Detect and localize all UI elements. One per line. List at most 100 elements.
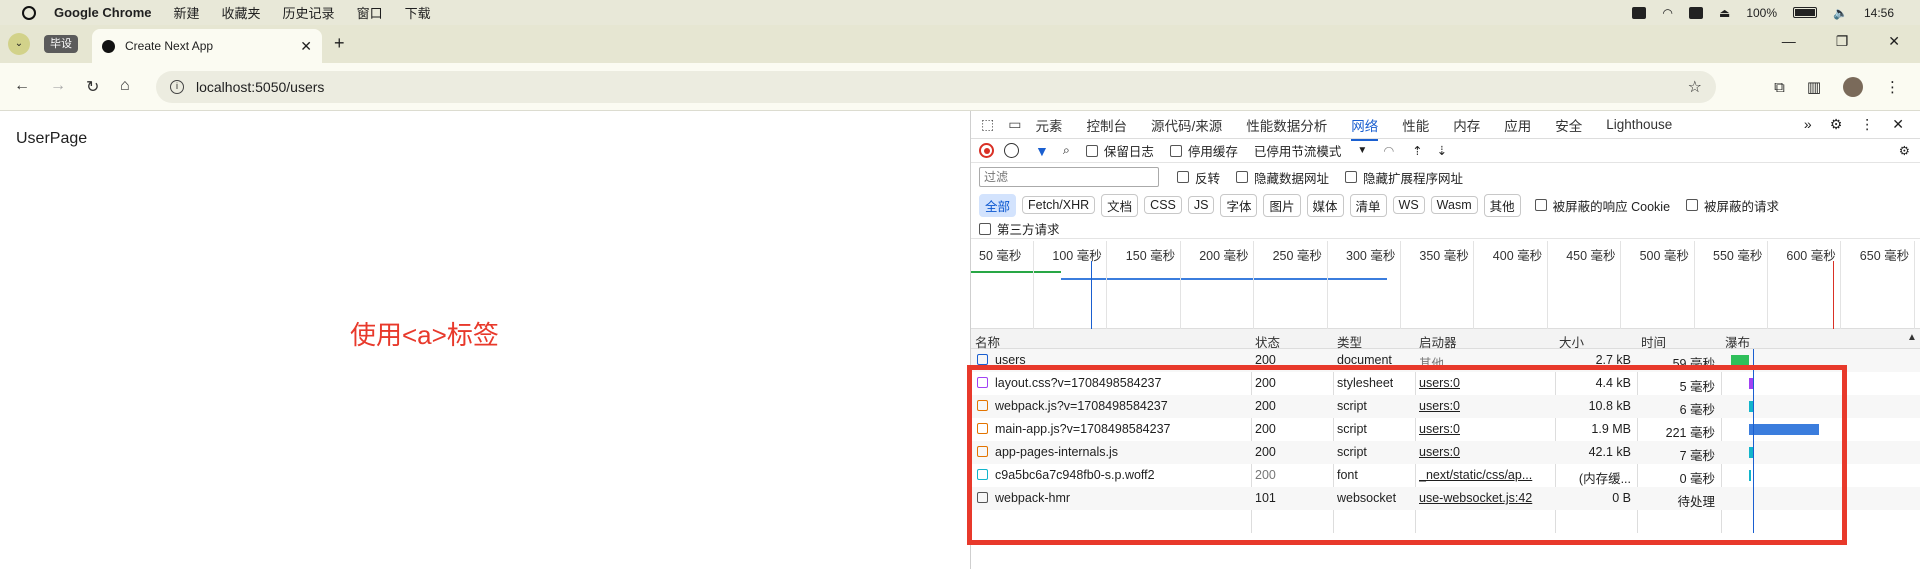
apple-logo-icon[interactable] [22,5,36,20]
tab-performance-insights[interactable]: 性能数据分析 [1246,115,1327,135]
cell-name[interactable]: main-app.js?v=1708498584237 [977,422,1247,436]
tab-console[interactable]: 控制台 [1086,115,1127,135]
network-settings-gear-icon[interactable]: ⚙ [1899,143,1910,158]
more-tabs-icon[interactable]: » [1804,116,1812,133]
overview-timeline[interactable]: 50 毫秒 100 毫秒 150 毫秒 200 毫秒 250 毫秒 300 毫秒 350 毫… [971,241,1920,329]
back-arrow-icon[interactable]: ← [14,77,30,95]
tab-sources[interactable]: 源代码/来源 [1151,115,1222,135]
control-center-icon[interactable] [1688,6,1703,19]
bookmark-star-icon[interactable]: ☆ [1688,77,1702,97]
record-icon[interactable] [979,143,994,158]
type-chip-all[interactable]: 全部 [979,193,1017,217]
third-party-checkbox[interactable]: 第三方请求 [979,219,1060,238]
type-chip-fetch-xhr[interactable]: Fetch/XHR [1022,196,1096,214]
type-chip-media[interactable]: 媒体 [1306,193,1344,217]
battery-icon[interactable] [1793,7,1818,18]
type-chip-wasm[interactable]: Wasm [1430,196,1478,214]
cell-initiator[interactable]: 其他 [1419,353,1551,372]
clock[interactable]: 14:56 [1864,6,1894,20]
volume-icon[interactable]: 🔈 [1833,6,1848,20]
extensions-puzzle-icon[interactable]: ⧉ [1774,79,1785,96]
tab-lighthouse[interactable]: Lighthouse [1606,117,1672,132]
disable-cache-checkbox[interactable]: 停用缓存 [1169,141,1238,160]
device-toolbar-icon[interactable]: ▭ [1008,116,1021,133]
tab-memory[interactable]: 内存 [1453,115,1480,135]
cell-name[interactable]: app-pages-internals.js [977,445,1247,459]
table-row[interactable]: main-app.js?v=1708498584237 200 script user… [971,418,1920,441]
menu-item-new[interactable]: 新建 [174,3,200,22]
tab-security[interactable]: 安全 [1555,115,1582,135]
type-chip-img[interactable]: 图片 [1263,193,1301,217]
menu-item-window[interactable]: 窗口 [357,3,383,22]
menu-item-bookmarks[interactable]: 收藏夹 [222,3,261,22]
settings-gear-icon[interactable]: ⚙ [1830,116,1843,133]
profile-avatar[interactable] [1843,77,1863,97]
filter-input[interactable] [979,167,1159,187]
reload-icon[interactable]: ↻ [86,77,99,97]
menu-app-name[interactable]: Google Chrome [54,5,152,20]
tab-performance[interactable]: 性能 [1402,115,1429,135]
hide-extension-urls-checkbox[interactable]: 隐藏扩展程序网址 [1345,168,1463,187]
cell-name[interactable]: users [977,353,1247,367]
hide-data-urls-checkbox[interactable]: 隐藏数据网址 [1236,168,1329,187]
home-icon[interactable]: ⌂ [120,77,130,95]
type-chip-other[interactable]: 其他 [1483,193,1521,217]
table-row[interactable]: users 200 document 其他 2.7 kB 59 毫秒 [971,349,1920,372]
cell-initiator[interactable]: users:0 [1419,376,1551,390]
invert-checkbox[interactable]: 反转 [1177,168,1220,187]
address-bar[interactable]: i localhost:5050/users ☆ [156,71,1716,103]
table-row[interactable]: webpack.js?v=1708498584237 200 script users… [971,395,1920,418]
cell-name[interactable]: layout.css?v=1708498584237 [977,376,1247,390]
tab-active[interactable]: Create Next App ✕ [92,29,322,63]
cell-initiator[interactable]: use-websocket.js:42 [1419,491,1551,505]
url-text[interactable]: localhost:5050/users [196,79,324,95]
tab-group-label[interactable]: 毕设 [44,35,78,53]
close-icon[interactable]: ✕ [300,38,312,55]
preserve-log-checkbox[interactable]: 保留日志 [1085,141,1154,160]
sort-caret-icon[interactable]: ▲ [1907,332,1917,343]
cat-app-icon[interactable] [1632,6,1647,19]
type-chip-css[interactable]: CSS [1144,196,1182,214]
window-close-icon[interactable]: ✕ [1888,33,1900,50]
table-row[interactable]: c9a5bc6a7c948fb0-s.p.woff2 200 font _next/s… [971,464,1920,487]
type-chip-js[interactable]: JS [1187,196,1215,214]
cell-initiator[interactable]: users:0 [1419,422,1551,436]
cell-name[interactable]: webpack.js?v=1708498584237 [977,399,1247,413]
forward-arrow-icon[interactable]: → [50,77,66,95]
table-row[interactable]: layout.css?v=1708498584237 200 stylesheet u… [971,372,1920,395]
cell-name[interactable]: c9a5bc6a7c948fb0-s.p.woff2 [977,468,1247,482]
blocked-requests-checkbox[interactable]: 被屏蔽的请求 [1686,196,1779,215]
search-icon[interactable]: ⌕ [1063,143,1070,158]
tab-elements[interactable]: 元素 [1035,115,1062,135]
filter-funnel-icon[interactable]: ▼ [1035,143,1049,159]
cell-name[interactable]: webpack-hmr [977,491,1247,505]
table-row[interactable]: app-pages-internals.js 200 script users:0 42… [971,441,1920,464]
type-chip-ws[interactable]: WS [1392,196,1425,214]
eject-icon[interactable]: ⏏ [1719,6,1730,20]
side-panel-icon[interactable]: ▥ [1807,78,1821,96]
menu-item-downloads[interactable]: 下载 [405,3,431,22]
cell-initiator[interactable]: users:0 [1419,399,1551,413]
type-chip-doc[interactable]: 文档 [1101,193,1139,217]
chrome-menu-icon[interactable]: ⋮ [1885,78,1900,96]
table-row[interactable]: webpack-hmr 101 websocket use-websocket.js:… [971,487,1920,510]
blocked-cookies-checkbox[interactable]: 被屏蔽的响应 Cookie [1534,196,1670,215]
close-devtools-icon[interactable]: ✕ [1892,116,1904,133]
import-har-icon[interactable]: ⇡ [1412,143,1422,158]
tab-search-chevron-icon[interactable]: ⌄ [8,33,30,55]
tab-network[interactable]: 网络 [1351,115,1379,141]
site-info-icon[interactable]: i [170,80,184,94]
wifi-icon[interactable]: ◠ [1662,6,1672,20]
cell-initiator[interactable]: users:0 [1419,445,1551,459]
clear-icon[interactable] [1004,143,1019,158]
cell-initiator[interactable]: _next/static/css/ap... [1419,468,1551,482]
menu-item-history[interactable]: 历史记录 [283,3,335,22]
type-chip-font[interactable]: 字体 [1220,193,1258,217]
tab-application[interactable]: 应用 [1504,115,1531,135]
type-chip-manifest[interactable]: 清单 [1349,193,1387,217]
minimize-icon[interactable]: — [1782,33,1796,50]
throttle-select[interactable]: 已停用节流模式 ▼ [1254,141,1367,160]
new-tab-plus-icon[interactable]: + [334,33,345,54]
network-conditions-icon[interactable]: ◠ [1383,143,1394,158]
inspect-element-icon[interactable]: ⬚ [981,116,994,133]
